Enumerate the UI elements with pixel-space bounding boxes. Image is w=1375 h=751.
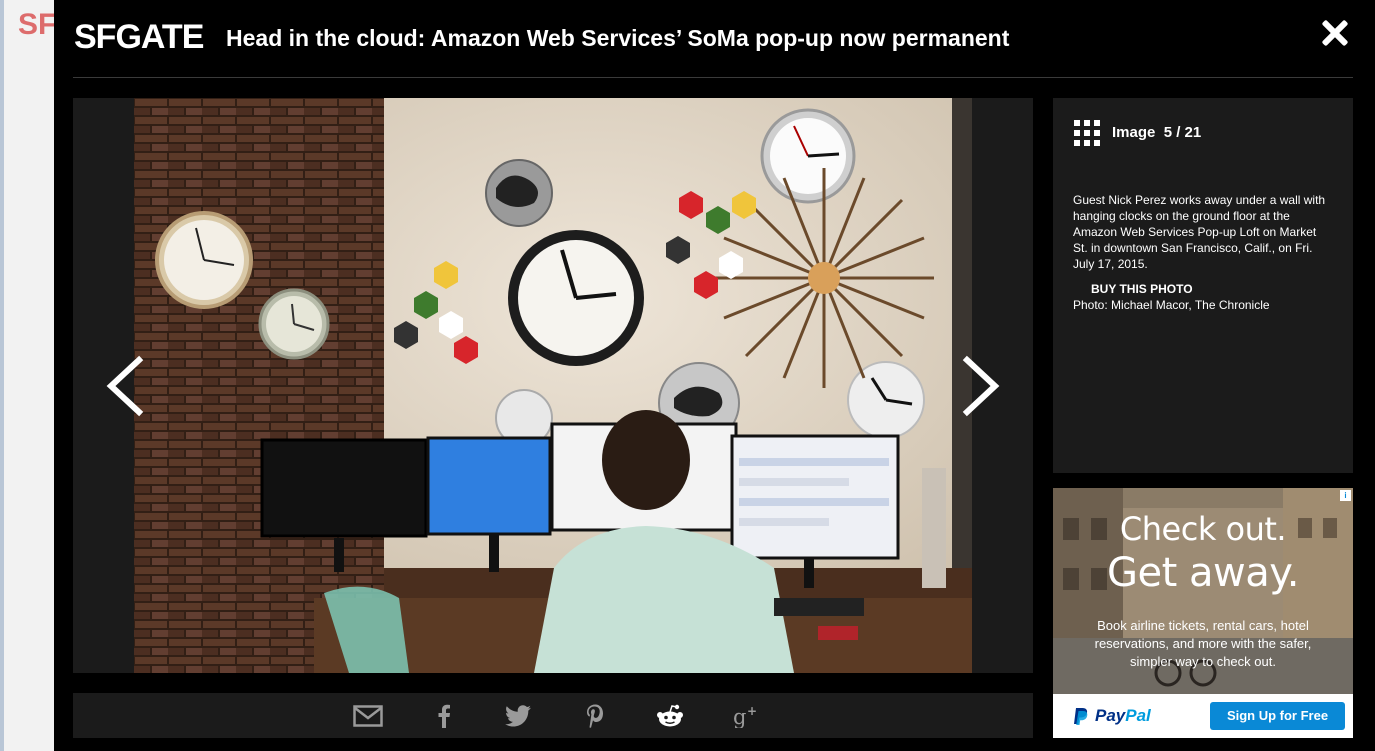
photo-stage: [73, 98, 1033, 673]
facebook-icon: [438, 704, 450, 728]
previous-image-button[interactable]: [101, 354, 145, 418]
ad-headline-2: Get away.: [1107, 550, 1299, 596]
svg-text:+: +: [747, 704, 757, 718]
paypal-logo: PayPal: [1073, 706, 1151, 726]
google-plus-icon: g +: [733, 704, 757, 728]
chevron-left-icon: [106, 355, 144, 417]
close-icon[interactable]: [1320, 18, 1350, 48]
gallery-header: SFGATE Head in the cloud: Amazon Web Ser…: [54, 0, 1375, 77]
twitter-share-button[interactable]: [501, 701, 535, 731]
buy-this-photo-link[interactable]: BUY THIS PHOTO: [1091, 282, 1193, 296]
gallery-modal: SFGATE Head in the cloud: Amazon Web Ser…: [54, 0, 1375, 751]
google-plus-share-button[interactable]: g +: [729, 701, 763, 731]
image-counter: Image 5 / 21: [1112, 124, 1202, 141]
pinterest-icon: [587, 704, 603, 728]
ad-headline-1: Check out.: [1119, 510, 1287, 548]
paypal-mark-icon: [1074, 707, 1088, 725]
email-icon: [353, 705, 383, 727]
adchoices-icon[interactable]: i: [1340, 490, 1351, 501]
svg-text:g: g: [733, 705, 746, 728]
reddit-icon: [657, 704, 683, 727]
header-divider: [73, 77, 1353, 78]
email-share-button[interactable]: [351, 701, 385, 731]
sfgate-logo[interactable]: SFGATE: [74, 18, 204, 57]
gallery-photo[interactable]: [134, 98, 972, 673]
photo-credit: Photo: Michael Macor, The Chronicle: [1073, 298, 1270, 312]
photo-caption: Guest Nick Perez works away under a wall…: [1073, 193, 1326, 271]
chevron-right-icon: [962, 355, 1000, 417]
gallery-title: Head in the cloud: Amazon Web Services’ …: [226, 25, 1010, 51]
paypal-ad[interactable]: Check out. Get away. Book airline ticket…: [1053, 488, 1353, 738]
sign-up-button[interactable]: Sign Up for Free: [1210, 702, 1345, 730]
paypal-wordmark: PayPal: [1095, 706, 1151, 725]
next-image-button[interactable]: [961, 354, 1005, 418]
ad-body-text: Book airline tickets, rental cars, hotel…: [1094, 618, 1312, 669]
window-edge: [0, 0, 4, 751]
photo-info-panel: Image 5 / 21 Guest Nick Perez works away…: [1053, 98, 1353, 473]
share-bar: g +: [73, 693, 1033, 738]
ad-footer: PayPal Sign Up for Free: [1053, 694, 1353, 738]
grid-view-icon[interactable]: [1074, 120, 1100, 146]
background-logo: SF: [18, 8, 57, 41]
facebook-share-button[interactable]: [427, 701, 461, 731]
twitter-icon: [505, 705, 531, 727]
reddit-share-button[interactable]: [653, 701, 687, 731]
pinterest-share-button[interactable]: [578, 701, 612, 731]
